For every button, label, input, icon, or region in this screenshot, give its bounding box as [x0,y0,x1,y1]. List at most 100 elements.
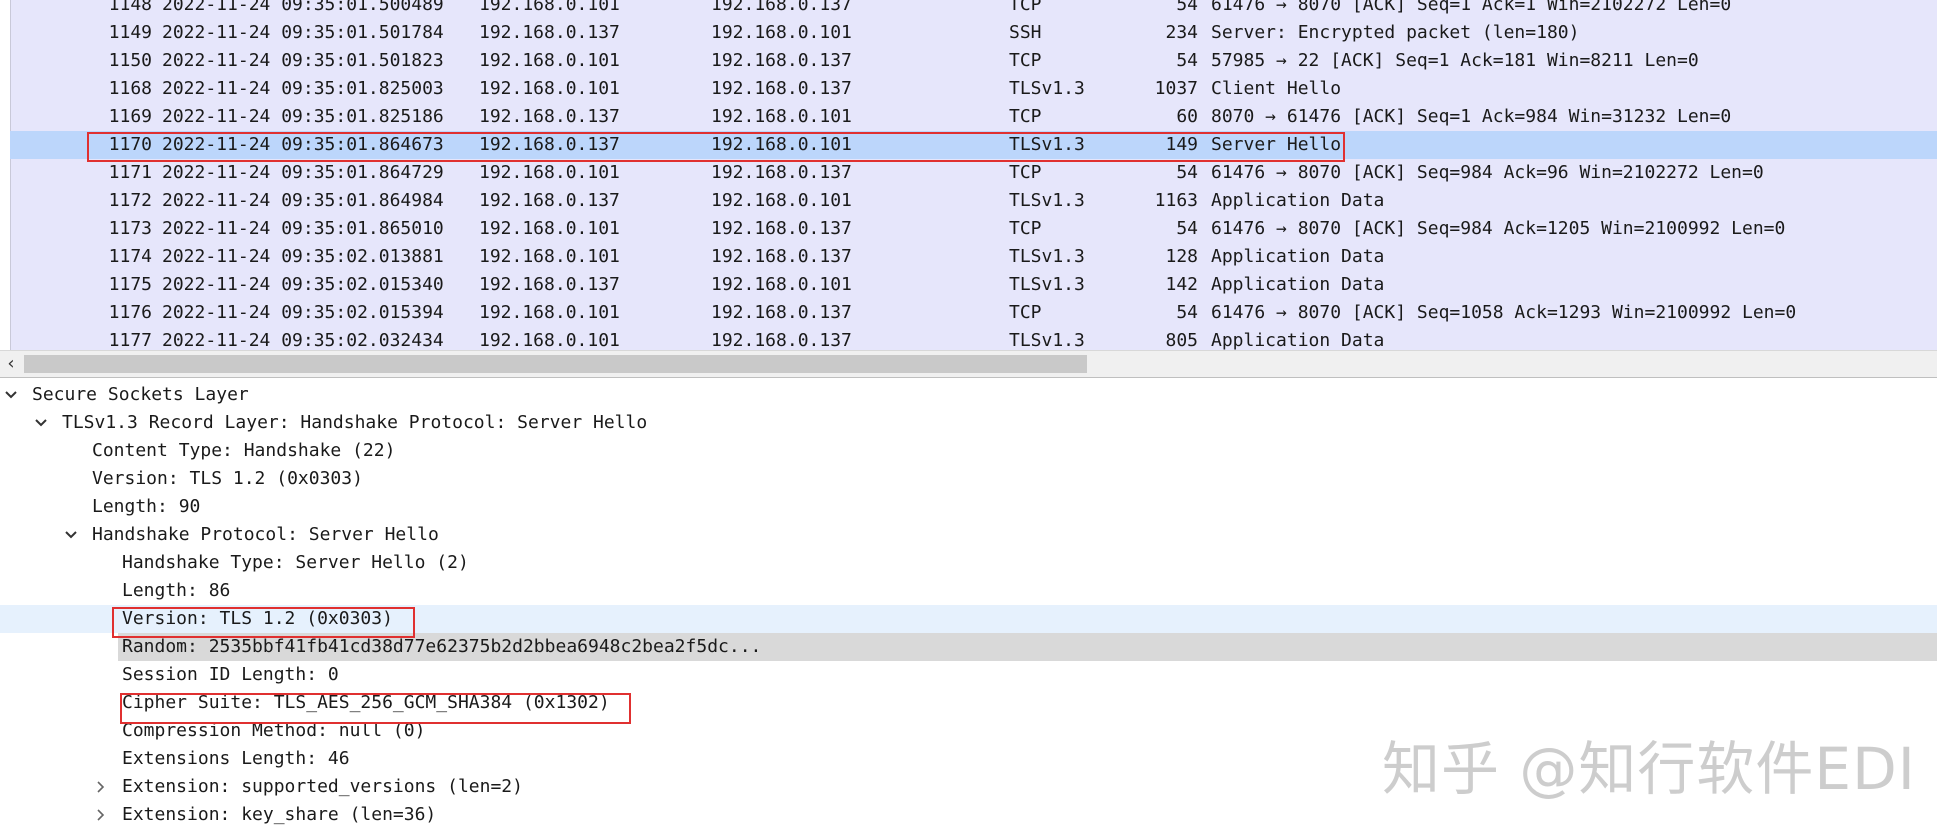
packet-row[interactable]: 1149 2022-11-24 09:35:01.501784 192.168.… [10,19,1937,47]
packet-time: 2022-11-24 09:35:01.500489 [162,0,444,15]
packet-info: 61476 → 8070 [ACK] Seq=1058 Ack=1293 Win… [1211,302,1797,323]
packet-protocol: TCP [1009,106,1042,127]
packet-time: 2022-11-24 09:35:01.865010 [162,218,444,239]
packet-destination: 192.168.0.137 [711,246,852,267]
packet-destination: 192.168.0.101 [711,22,852,43]
packet-destination: 192.168.0.137 [711,162,852,183]
tree-item-label: Length: 86 [122,580,231,601]
packet-no: 1177 [108,330,152,350]
chevron-down-icon[interactable] [32,409,52,437]
scroll-left-icon[interactable]: ‹ [0,351,22,377]
tree-item-record-layer[interactable]: TLSv1.3 Record Layer: Handshake Protocol… [0,409,1937,437]
packet-protocol: TCP [1009,302,1042,323]
packet-protocol: TLSv1.3 [1009,246,1085,267]
packet-row-selected[interactable]: 1170 2022-11-24 09:35:01.864673 192.168.… [10,131,1937,159]
packet-time: 2022-11-24 09:35:01.501784 [162,22,444,43]
tree-item-label: Secure Sockets Layer [32,384,249,405]
packet-row[interactable]: 1175 2022-11-24 09:35:02.015340 192.168.… [10,271,1937,299]
packet-source: 192.168.0.101 [479,330,620,350]
tree-item-random[interactable]: Random: 2535bbf41fb41cd38d77e62375b2d2bb… [118,633,1937,661]
packet-length: 54 [1176,302,1198,323]
tree-item-label: TLSv1.3 Record Layer: Handshake Protocol… [62,412,648,433]
chevron-right-icon[interactable] [92,801,112,829]
packet-no: 1173 [108,218,152,239]
packet-info: Server Hello [1211,134,1342,155]
tree-item-label: Extension: supported_versions (len=2) [122,776,523,797]
packet-info: Client Hello [1211,78,1342,99]
packet-length: 128 [1165,246,1198,267]
packet-length: 54 [1176,162,1198,183]
packet-protocol: TLSv1.3 [1009,190,1085,211]
packet-source: 192.168.0.137 [479,106,620,127]
packet-source: 192.168.0.137 [479,134,620,155]
packet-no: 1171 [108,162,152,183]
tree-item-handshake-length[interactable]: Length: 86 [0,577,1937,605]
packet-source: 192.168.0.101 [479,50,620,71]
packet-protocol: TLSv1.3 [1009,78,1085,99]
packet-destination: 192.168.0.137 [711,302,852,323]
packet-protocol: TCP [1009,0,1042,15]
packet-time: 2022-11-24 09:35:01.501823 [162,50,444,71]
packet-info: 61476 → 8070 [ACK] Seq=984 Ack=1205 Win=… [1211,218,1786,239]
tree-item-label: Version: TLS 1.2 (0x0303) [92,468,363,489]
packet-no: 1150 [108,50,152,71]
scrollbar-thumb[interactable] [24,355,1087,373]
packet-destination: 192.168.0.101 [711,106,852,127]
packet-row[interactable]: 1171 2022-11-24 09:35:01.864729 192.168.… [10,159,1937,187]
chevron-down-icon[interactable] [2,381,22,409]
packet-length: 1037 [1154,78,1198,99]
tree-item-cipher-suite[interactable]: Cipher Suite: TLS_AES_256_GCM_SHA384 (0x… [0,689,1937,717]
packet-protocol: TLSv1.3 [1009,330,1085,350]
tree-item-handshake-type[interactable]: Handshake Type: Server Hello (2) [0,549,1937,577]
tree-item-label: Content Type: Handshake (22) [92,440,396,461]
chevron-right-icon[interactable] [92,773,112,801]
packet-length: 234 [1165,22,1198,43]
horizontal-scrollbar[interactable]: ‹ [0,350,1937,378]
packet-no: 1176 [108,302,152,323]
packet-no: 1172 [108,190,152,211]
tree-item-handshake-protocol[interactable]: Handshake Protocol: Server Hello [0,521,1937,549]
packet-destination: 192.168.0.101 [711,274,852,295]
packet-info: Application Data [1211,274,1385,295]
packet-length: 54 [1176,50,1198,71]
packet-list[interactable]: 1148 2022-11-24 09:35:01.500489 192.168.… [0,0,1937,350]
packet-source: 192.168.0.137 [479,274,620,295]
packet-row[interactable]: 1168 2022-11-24 09:35:01.825003 192.168.… [10,75,1937,103]
packet-row[interactable]: 1169 2022-11-24 09:35:01.825186 192.168.… [10,103,1937,131]
packet-row[interactable]: 1177 2022-11-24 09:35:02.032434 192.168.… [10,327,1937,350]
tree-item-label: Random: 2535bbf41fb41cd38d77e62375b2d2bb… [122,636,762,657]
tree-item-label: Handshake Type: Server Hello (2) [122,552,469,573]
packet-row[interactable]: 1150 2022-11-24 09:35:01.501823 192.168.… [10,47,1937,75]
packet-time: 2022-11-24 09:35:01.825186 [162,106,444,127]
chevron-down-icon[interactable] [62,521,82,549]
tree-item-handshake-version[interactable]: Version: TLS 1.2 (0x0303) [0,605,1937,633]
tree-item-session-id-length[interactable]: Session ID Length: 0 [0,661,1937,689]
packet-protocol: TCP [1009,218,1042,239]
packet-row[interactable]: 1172 2022-11-24 09:35:01.864984 192.168.… [10,187,1937,215]
packet-length: 54 [1176,0,1198,15]
tree-item-ssl[interactable]: Secure Sockets Layer [0,381,1937,409]
packet-source: 192.168.0.137 [479,190,620,211]
packet-destination: 192.168.0.137 [711,218,852,239]
tree-item-label: Handshake Protocol: Server Hello [92,524,439,545]
tree-item-record-version[interactable]: Version: TLS 1.2 (0x0303) [0,465,1937,493]
packet-info: Application Data [1211,246,1385,267]
packet-row[interactable]: 1176 2022-11-24 09:35:02.015394 192.168.… [10,299,1937,327]
packet-no: 1170 [108,134,152,155]
packet-row[interactable]: 1174 2022-11-24 09:35:02.013881 192.168.… [10,243,1937,271]
packet-length: 149 [1165,134,1198,155]
packet-length: 1163 [1154,190,1198,211]
packet-time: 2022-11-24 09:35:01.825003 [162,78,444,99]
packet-length: 54 [1176,218,1198,239]
tree-item-label: Extension: key_share (len=36) [122,804,437,825]
packet-row[interactable]: 1148 2022-11-24 09:35:01.500489 192.168.… [10,0,1937,19]
tree-item-content-type[interactable]: Content Type: Handshake (22) [0,437,1937,465]
packet-source: 192.168.0.101 [479,218,620,239]
packet-source: 192.168.0.101 [479,78,620,99]
tree-item-record-length[interactable]: Length: 90 [0,493,1937,521]
packet-no: 1168 [108,78,152,99]
packet-row[interactable]: 1173 2022-11-24 09:35:01.865010 192.168.… [10,215,1937,243]
packet-time: 2022-11-24 09:35:01.864729 [162,162,444,183]
packet-destination: 192.168.0.137 [711,0,852,15]
tree-item-label: Compression Method: null (0) [122,720,426,741]
